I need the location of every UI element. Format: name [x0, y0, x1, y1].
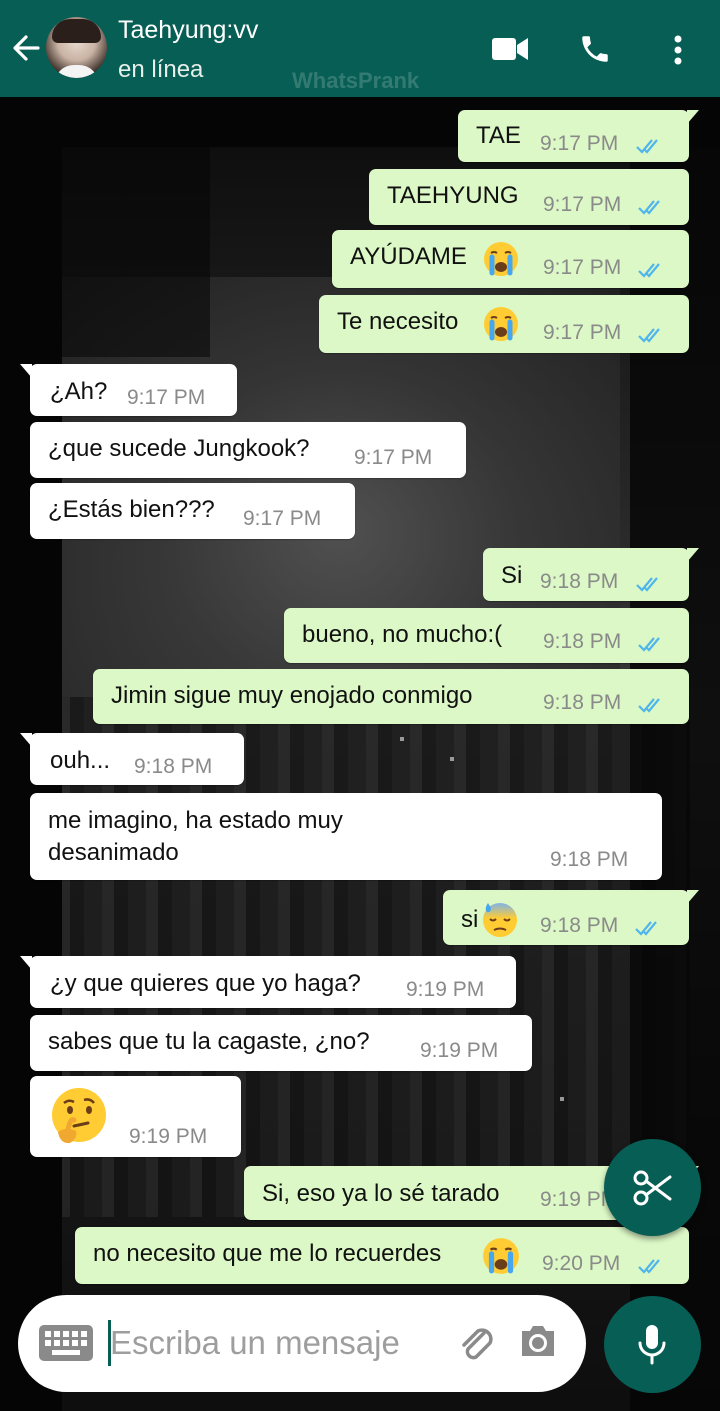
video-call-icon[interactable]: [491, 35, 529, 63]
message-time: 9:17 PM: [543, 321, 622, 344]
message-outgoing[interactable]: AYÚDAME 9:17 PM: [332, 230, 689, 288]
message-text: Si: [501, 562, 523, 589]
contact-name[interactable]: Taehyung:vv: [118, 16, 258, 45]
message-outgoing[interactable]: TAE 9:17 PM: [458, 110, 699, 162]
message-text: ¿Estás bien???: [48, 496, 215, 523]
message-time: 9:19 PM: [129, 1125, 208, 1148]
microphone-icon: [638, 1325, 666, 1365]
message-text: ¿que sucede Jungkook?: [48, 435, 310, 462]
message-outgoing[interactable]: TAEHYUNG 9:17 PM: [369, 169, 689, 225]
read-receipt-icon: [635, 921, 657, 936]
read-receipt-icon: [638, 1259, 660, 1274]
message-outgoing[interactable]: no necesito que me lo recuerdes 9:20 PM: [75, 1227, 689, 1284]
message-time: 9:17 PM: [243, 507, 322, 530]
read-receipt-icon: [636, 139, 658, 154]
message-time: 9:17 PM: [543, 256, 622, 279]
message-time: 9:18 PM: [550, 848, 629, 871]
message-text: me imagino, ha estado muy: [48, 807, 343, 834]
message-incoming[interactable]: ¿Ah? 9:17 PM: [20, 364, 237, 416]
read-receipt-icon: [638, 637, 660, 652]
read-receipt-icon: [638, 200, 660, 215]
camera-icon[interactable]: [518, 1322, 558, 1360]
message-text: Te necesito: [337, 308, 459, 335]
message-time: 9:17 PM: [540, 132, 619, 155]
message-text: TAEHYUNG: [387, 182, 519, 209]
message-outgoing[interactable]: bueno, no mucho:( 9:18 PM: [284, 608, 689, 663]
contact-avatar[interactable]: [46, 17, 107, 78]
read-receipt-icon: [638, 328, 660, 343]
message-time: 9:18 PM: [543, 691, 622, 714]
message-text: TAE: [476, 122, 521, 149]
message-incoming[interactable]: ¿y que quieres que yo haga? 9:19 PM: [20, 956, 516, 1008]
message-incoming[interactable]: ouh... 9:18 PM: [20, 733, 244, 785]
downcast-face-with-sweat-icon: [483, 903, 517, 937]
message-text: sabes que tu la cagaste, ¿no?: [48, 1028, 370, 1055]
message-input[interactable]: Escriba un mensaje: [110, 1324, 400, 1362]
message-time: 9:18 PM: [134, 755, 213, 778]
message-text: bueno, no mucho:(: [302, 621, 503, 648]
thinking-face-icon: [52, 1088, 106, 1144]
message-incoming[interactable]: sabes que tu la cagaste, ¿no? 9:19 PM: [30, 1015, 532, 1071]
message-incoming[interactable]: ¿que sucede Jungkook? 9:17 PM: [30, 422, 466, 478]
message-incoming[interactable]: me imagino, ha estado muy desanimado 9:1…: [30, 793, 662, 880]
message-time: 9:17 PM: [354, 446, 433, 469]
message-outgoing[interactable]: si 9:18 PM: [443, 890, 699, 945]
contact-status: en línea: [118, 56, 204, 83]
message-time: 9:18 PM: [540, 914, 619, 937]
message-incoming[interactable]: ¿Estás bien??? 9:17 PM: [30, 483, 355, 539]
voice-message-button[interactable]: [604, 1296, 701, 1393]
message-text-line-2: desanimado: [48, 839, 179, 866]
message-text: si: [461, 906, 479, 933]
message-outgoing[interactable]: Te necesito 9:17 PM: [319, 295, 689, 353]
more-options-icon[interactable]: [672, 34, 684, 66]
message-incoming[interactable]: 9:19 PM: [30, 1076, 241, 1157]
phone-call-icon[interactable]: [578, 32, 612, 66]
message-text: ouh...: [50, 747, 111, 774]
message-outgoing[interactable]: Jimin sigue muy enojado conmigo 9:18 PM: [93, 669, 689, 724]
message-text: Jimin sigue muy enojado conmigo: [111, 682, 473, 709]
message-time: 9:19 PM: [406, 978, 485, 1001]
scissors-icon: [633, 1170, 672, 1206]
message-text: ¿y que quieres que yo haga?: [50, 970, 361, 997]
message-text: no necesito que me lo recuerdes: [93, 1240, 442, 1267]
chat-header: Taehyung:vv en línea WhatsPrank: [0, 0, 720, 97]
read-receipt-icon: [638, 698, 660, 713]
crying-face-icon: [483, 1238, 519, 1274]
attach-icon[interactable]: [456, 1323, 498, 1365]
edit-prank-button[interactable]: [604, 1139, 701, 1236]
message-time: 9:17 PM: [127, 386, 206, 409]
watermark: WhatsPrank: [292, 68, 420, 93]
crying-face-icon: [484, 307, 518, 341]
message-time: 9:17 PM: [543, 193, 622, 216]
message-time: 9:20 PM: [542, 1252, 621, 1275]
keyboard-icon[interactable]: [38, 1324, 94, 1362]
message-time: 9:19 PM: [420, 1039, 499, 1062]
back-arrow-icon[interactable]: [10, 30, 42, 66]
message-time: 9:18 PM: [540, 570, 619, 593]
message-input-bar: Escriba un mensaje: [18, 1295, 586, 1392]
read-receipt-icon: [636, 577, 658, 592]
crying-face-icon: [484, 242, 518, 276]
message-outgoing[interactable]: Si 9:18 PM: [483, 548, 699, 601]
message-text: Si, eso ya lo sé tarado: [262, 1180, 500, 1207]
message-text: AYÚDAME: [350, 243, 467, 270]
message-text: ¿Ah?: [50, 378, 108, 405]
read-receipt-icon: [638, 263, 660, 278]
message-time: 9:18 PM: [543, 630, 622, 653]
